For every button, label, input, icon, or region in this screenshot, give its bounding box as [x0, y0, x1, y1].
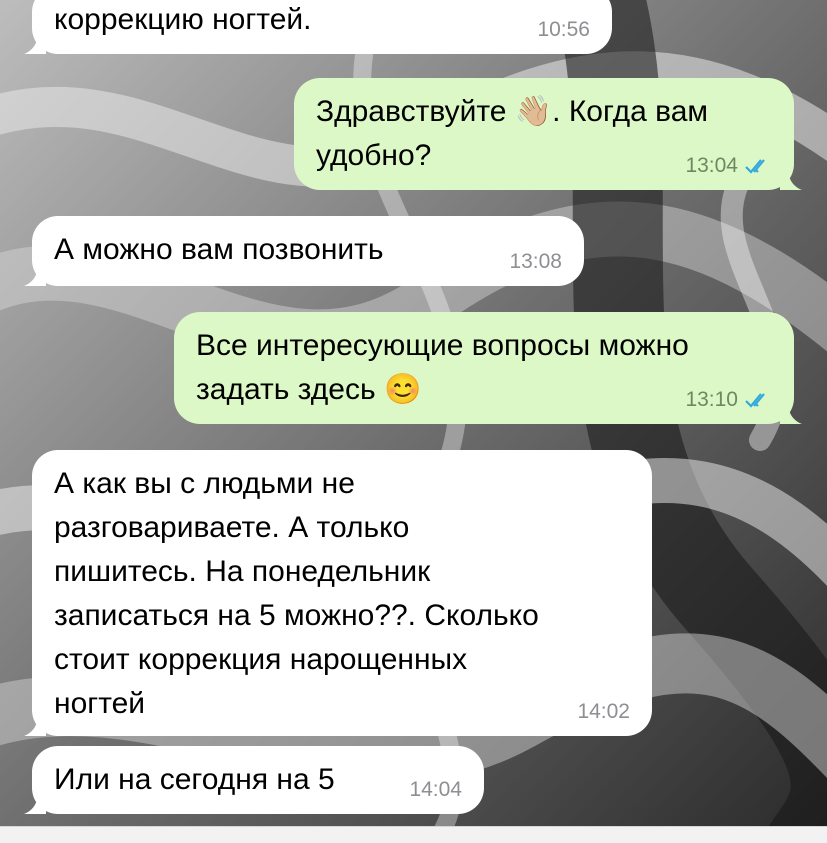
- message-bubble-incoming[interactable]: коррекцию ногтей. 10:56: [24, 0, 612, 54]
- double-check-icon: [744, 157, 772, 175]
- bubble-tail: [780, 168, 802, 190]
- message-bubble-outgoing[interactable]: Все интересующие вопросы можно задать зд…: [174, 312, 802, 424]
- double-check-icon: [744, 391, 772, 409]
- bubble-tail: [24, 32, 46, 54]
- bubble-tail: [24, 792, 46, 814]
- message-time: 14:04: [409, 778, 462, 801]
- message-bubble-incoming[interactable]: Или на сегодня на 5 14:04: [24, 746, 484, 814]
- message-timestamp-container: 13:04: [685, 154, 772, 178]
- message-time: 14:02: [577, 700, 630, 723]
- message-text: А как вы с людьми не разговариваете. А т…: [54, 467, 539, 720]
- message-text: Или на сегодня на 5: [54, 763, 335, 796]
- message-timestamp-container: 14:02: [577, 700, 630, 724]
- message-timestamp-container: 14:04: [409, 778, 462, 802]
- message-time: 13:04: [685, 154, 738, 177]
- message-timestamp-container: 13:08: [509, 250, 562, 274]
- input-bar-edge: [0, 826, 827, 843]
- bubble-tail: [780, 402, 802, 424]
- message-time: 10:56: [537, 18, 590, 41]
- message-time: 13:08: [509, 250, 562, 273]
- message-bubble-outgoing[interactable]: Здравствуйте 👋🏼. Когда вам удобно? 13:04: [294, 78, 802, 190]
- message-bubble-incoming[interactable]: А как вы с людьми не разговариваете. А т…: [24, 450, 652, 736]
- message-time: 13:10: [685, 388, 738, 411]
- message-bubble-incoming[interactable]: А можно вам позвонить 13:08: [24, 216, 584, 286]
- message-text-part: Здравствуйте: [316, 95, 515, 128]
- message-timestamp-container: 13:10: [685, 388, 772, 412]
- message-timestamp-container: 10:56: [537, 18, 590, 42]
- message-text-part: Все интересующие вопросы можно задать зд…: [196, 329, 689, 406]
- message-text: коррекцию ногтей.: [54, 3, 312, 36]
- bubble-tail: [24, 714, 46, 736]
- smiling-face-emoji: 😊: [383, 373, 422, 406]
- bubble-tail: [24, 264, 46, 286]
- waving-hand-emoji: 👋🏼: [514, 95, 553, 128]
- message-text: А можно вам позвонить: [54, 233, 384, 266]
